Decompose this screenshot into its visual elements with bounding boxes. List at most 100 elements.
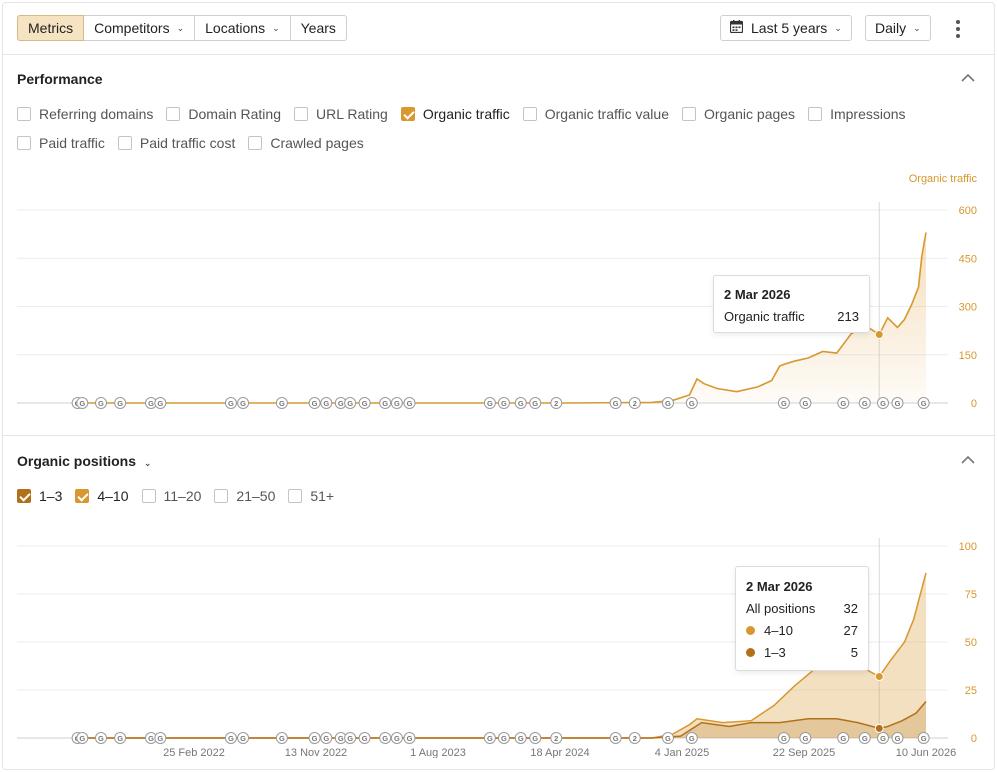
x-tick-label: 1 Aug 2023	[410, 747, 466, 758]
svg-text:G: G	[362, 399, 368, 408]
google-update-marker: G	[661, 732, 674, 744]
metrics-panel: Metrics Competitors ⌄ Locations ⌄ Years Last …	[2, 2, 995, 770]
checkbox-21-50[interactable]: 21–50	[214, 488, 275, 504]
checkbox-label: Impressions	[830, 106, 906, 122]
metric-checkboxes-row-2: Paid traffic Paid traffic cost Crawled pag…	[17, 135, 377, 151]
x-tick-label: 10 Jun 2026	[896, 747, 957, 758]
tooltip-all-value: 32	[843, 601, 858, 616]
checkbox-11-20[interactable]: 11–20	[141, 488, 201, 504]
google-update-marker: G	[777, 732, 790, 744]
checkbox-organic-traffic[interactable]: Organic traffic	[400, 106, 510, 122]
svg-text:G: G	[347, 734, 353, 743]
tooltip-row-1-3: 1–3 5	[746, 645, 858, 660]
x-tick-label: 13 Nov 2022	[285, 747, 347, 758]
checkbox-box	[248, 136, 263, 150]
checkbox-paid-traffic-cost[interactable]: Paid traffic cost	[117, 135, 235, 151]
checkbox-paid-traffic[interactable]: Paid traffic	[17, 135, 105, 151]
svg-text:G: G	[802, 734, 808, 743]
x-tick-label: 22 Sep 2025	[773, 412, 835, 413]
chevron-down-icon: ⌄	[143, 458, 152, 468]
checkbox-crawled-pages[interactable]: Crawled pages	[248, 135, 364, 151]
checkbox-referring-domains[interactable]: Referring domains	[17, 106, 153, 122]
checkbox-domain-rating[interactable]: Domain Rating	[166, 106, 281, 122]
checkbox-impressions[interactable]: Impressions	[808, 106, 906, 122]
x-tick-label: 4 Jan 2025	[655, 412, 709, 413]
svg-text:G: G	[532, 734, 538, 743]
checkbox-51-[interactable]: 51+	[288, 488, 334, 504]
event-marker: 2	[550, 397, 563, 409]
x-tick-label: 13 Nov 2022	[285, 412, 347, 413]
google-update-marker: G	[237, 732, 250, 744]
checkbox-url-rating[interactable]: URL Rating	[294, 106, 388, 122]
google-update-marker: G	[154, 732, 167, 744]
svg-text:G: G	[228, 734, 234, 743]
calendar-icon	[729, 20, 744, 36]
checkbox-1-3[interactable]: 1–3	[17, 488, 62, 504]
checkbox-box	[808, 107, 823, 121]
svg-text:G: G	[880, 734, 886, 743]
svg-text:G: G	[665, 399, 671, 408]
tooltip-row-label: 1–3	[764, 645, 786, 660]
checkbox-label: Paid traffic	[39, 135, 105, 151]
date-range-label: Last 5 years	[751, 20, 828, 36]
tab-metrics[interactable]: Metrics	[17, 15, 85, 41]
tooltip-row-label: 4–10	[764, 623, 793, 638]
event-marker: 2	[628, 397, 641, 409]
kebab-icon[interactable]	[948, 17, 968, 41]
x-tick-label: 25 Feb 2022	[163, 412, 225, 413]
y-tick-label: 75	[965, 589, 977, 601]
svg-text:2: 2	[554, 399, 558, 408]
checkbox-label: URL Rating	[316, 106, 388, 122]
svg-text:G: G	[840, 734, 846, 743]
date-range-dropdown[interactable]: Last 5 years ⌄	[720, 15, 852, 41]
interval-dropdown[interactable]: Daily ⌄	[865, 15, 931, 41]
tab-locations[interactable]: Locations ⌄	[195, 15, 291, 41]
svg-text:G: G	[880, 399, 886, 408]
svg-text:G: G	[157, 399, 163, 408]
google-update-marker: G	[237, 397, 250, 409]
checkbox-box	[17, 489, 31, 503]
google-update-marker: G	[320, 397, 333, 409]
x-tick-label: 25 Feb 2022	[163, 747, 225, 758]
checkbox-organic-pages[interactable]: Organic pages	[682, 106, 795, 122]
google-update-marker: G	[514, 732, 527, 744]
checkbox-4-10[interactable]: 4–10	[75, 488, 129, 504]
y-tick-label: 50	[965, 637, 977, 649]
google-update-marker: G	[917, 397, 930, 409]
tooltip-all-positions-row: All positions 32	[746, 601, 858, 616]
google-update-marker: G	[497, 397, 510, 409]
collapse-positions-icon[interactable]	[961, 455, 975, 469]
svg-text:G: G	[312, 399, 318, 408]
google-update-marker: G	[275, 397, 288, 409]
checkbox-label: Domain Rating	[188, 106, 281, 122]
svg-text:G: G	[518, 734, 524, 743]
svg-text:G: G	[338, 399, 344, 408]
collapse-performance-icon[interactable]	[961, 73, 975, 87]
tooltip-metric-label: Organic traffic	[724, 309, 805, 324]
google-update-marker: G	[514, 397, 527, 409]
tooltip-date: 2 Mar 2026	[724, 287, 791, 302]
checkbox-organic-traffic-value[interactable]: Organic traffic value	[522, 106, 669, 122]
svg-text:G: G	[921, 734, 927, 743]
google-update-marker: G	[275, 732, 288, 744]
svg-text:G: G	[279, 734, 285, 743]
svg-text:G: G	[840, 399, 846, 408]
google-update-marker: G	[529, 397, 542, 409]
tab-years[interactable]: Years	[290, 15, 347, 41]
svg-text:G: G	[501, 734, 507, 743]
svg-text:G: G	[532, 399, 538, 408]
positions-tooltip: 2 Mar 2026 All positions 32 4–10 27 1–3 …	[735, 566, 869, 671]
x-tick-label: 1 Aug 2023	[410, 412, 466, 413]
google-update-marker: G	[358, 397, 371, 409]
tooltip-row-4-10: 4–10 27	[746, 623, 858, 638]
y-tick-label: 450	[959, 253, 977, 265]
y-tick-label: 0	[971, 733, 977, 745]
svg-text:G: G	[781, 399, 787, 408]
tab-competitors[interactable]: Competitors ⌄	[84, 15, 196, 41]
checkbox-box	[400, 107, 415, 121]
x-tick-label: 4 Jan 2025	[655, 747, 709, 758]
checkbox-label: Referring domains	[39, 106, 154, 122]
organic-positions-dropdown[interactable]: Organic positions ⌄	[17, 453, 151, 469]
legend-dot	[746, 626, 755, 635]
google-update-marker: G	[609, 732, 622, 744]
